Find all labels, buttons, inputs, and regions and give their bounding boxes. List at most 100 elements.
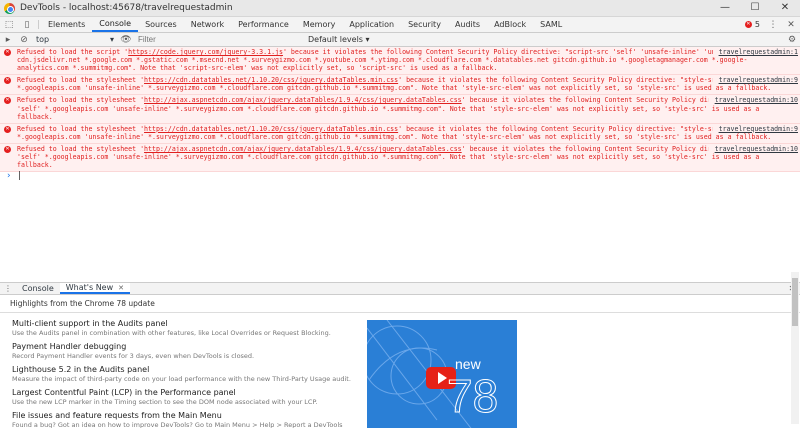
feature-title-link[interactable]: Payment Handler debugging	[12, 342, 357, 352]
message-text: travelrequestadmin:10 Refused to load the…	[17, 144, 798, 169]
error-icon: ✕	[4, 49, 11, 56]
message-prefix: Refused to load the stylesheet '	[17, 96, 145, 105]
feature-description: Use the new LCP marker in the Timing sec…	[12, 398, 318, 406]
close-window-button[interactable]: ✕	[770, 0, 800, 16]
error-icon: ✕	[744, 21, 752, 28]
window-title: DevTools - localhost:45678/travelrequest…	[20, 3, 233, 13]
toggle-sidebar-icon[interactable]: ▸	[0, 35, 16, 45]
feature-description: Use the Audits panel in combination with…	[12, 329, 331, 337]
inspect-element-icon[interactable]: ⬚	[0, 17, 18, 32]
divider	[38, 20, 39, 29]
feature-description: Measure the impact of third-party code o…	[12, 375, 351, 383]
close-devtools-icon[interactable]: ✕	[782, 17, 800, 32]
error-icon: ✕	[4, 125, 11, 133]
whats-new-panel: Multi-client support in the Audits panel…	[0, 313, 800, 428]
feature-item: Multi-client support in the Audits panel…	[12, 319, 357, 338]
drawer-scrollbar[interactable]	[791, 272, 799, 424]
error-icon: ✕	[4, 97, 11, 105]
title-bar: DevTools - localhost:45678/travelrequest…	[0, 0, 800, 17]
drawer-tab-what-s-new[interactable]: What's New ✕	[59, 283, 131, 294]
highlights-header: Highlights from the Chrome 78 update	[0, 295, 800, 313]
message-prefix: Refused to load the stylesheet '	[17, 76, 145, 85]
console-error-message: ✕ travelrequestadmin:1 Refused to load the…	[0, 47, 800, 76]
tab-security[interactable]: Security	[401, 17, 448, 32]
feature-item: Payment Handler debugging Record Payment …	[12, 342, 357, 361]
console-output: ✕ travelrequestadmin:1 Refused to load the…	[0, 47, 800, 282]
close-tab-icon[interactable]: ✕	[118, 284, 124, 292]
resource-url-link[interactable]: https://code.jquery.com/jquery-3.3.1.js	[128, 48, 283, 56]
maximize-button[interactable]: ☐	[740, 0, 770, 16]
message-source-link[interactable]: travelrequestadmin:9	[712, 76, 798, 85]
tab-performance[interactable]: Performance	[231, 17, 296, 32]
resource-url-link[interactable]: https://cdn.datatables.net/1.10.20/css/j…	[144, 125, 398, 133]
tab-elements[interactable]: Elements	[41, 17, 92, 32]
message-text: travelrequestadmin:9 Refused to load the …	[17, 76, 798, 92]
tab-saml[interactable]: SAML	[533, 17, 569, 32]
feature-description: Found a bug? Got an idea on how to impro…	[12, 421, 343, 428]
message-text: travelrequestadmin:10 Refused to load the…	[17, 96, 798, 121]
feature-list: Multi-client support in the Audits panel…	[12, 319, 357, 428]
console-error-message: ✕ travelrequestadmin:10 Refused to load th…	[0, 94, 800, 124]
drawer-tab-label: What's New	[65, 283, 114, 292]
tab-sources[interactable]: Sources	[138, 17, 184, 32]
message-source-link[interactable]: travelrequestadmin:1	[712, 48, 798, 57]
tab-audits[interactable]: Audits	[448, 17, 487, 32]
filter-input[interactable]	[134, 33, 304, 46]
panel-tabbar: ⬚ ▯ Elements Console Sources Network Perform…	[0, 17, 800, 33]
resource-url-link[interactable]: http://ajax.aspnetcdn.com/ajax/jquery.da…	[144, 96, 462, 104]
resource-url-link[interactable]: https://cdn.datatables.net/1.10.20/css/j…	[144, 76, 398, 84]
message-source-link[interactable]: travelrequestadmin:9	[712, 124, 798, 133]
tab-adblock[interactable]: AdBlock	[487, 17, 533, 32]
resource-url-link[interactable]: http://ajax.aspnetcdn.com/ajax/jquery.da…	[144, 145, 462, 153]
tab-application[interactable]: Application	[342, 17, 401, 32]
tab-memory[interactable]: Memory	[296, 17, 343, 32]
console-error-message: ✕ travelrequestadmin:9 Refused to load the…	[0, 74, 800, 96]
error-icon: ✕	[4, 145, 11, 153]
promo-version: 78	[446, 370, 499, 423]
more-options-icon[interactable]: ⋮	[764, 17, 782, 32]
panel-tabs: Elements Console Sources Network Performance…	[41, 17, 569, 32]
drawer-tab-console[interactable]: Console	[16, 283, 60, 294]
console-error-message: ✕ travelrequestadmin:10 Refused to load th…	[0, 142, 800, 173]
log-levels-dropdown[interactable]: Default levels ▾	[304, 35, 370, 44]
console-prompt[interactable]: › |	[0, 172, 800, 182]
error-count-badge[interactable]: ✕ 5	[741, 17, 764, 32]
tab-console[interactable]: Console	[92, 17, 139, 32]
console-error-message: ✕ travelrequestadmin:9 Refused to load the…	[0, 122, 800, 144]
chevron-down-icon: ▾	[109, 35, 114, 44]
device-toolbar-icon[interactable]: ▯	[18, 17, 36, 32]
drawer-tab-label: Console	[22, 284, 54, 293]
eye-icon[interactable]: 👁	[118, 35, 134, 45]
message-prefix: Refused to load the stylesheet '	[17, 144, 145, 153]
message-source-link[interactable]: travelrequestadmin:10	[708, 144, 798, 154]
message-prefix: Refused to load the stylesheet '	[17, 124, 145, 133]
console-toolbar: ▸ ⊘ top ▾ 👁 Default levels ▾ ⚙	[0, 33, 800, 47]
feature-description: Record Payment Handler events for 3 days…	[12, 352, 255, 360]
context-value: top	[36, 35, 50, 44]
drawer-tabbar: ⋮ Console What's New ✕ ✕	[0, 282, 800, 295]
drawer-menu-icon[interactable]: ⋮	[0, 283, 16, 294]
feature-item: File issues and feature requests from th…	[12, 411, 357, 428]
message-source-link[interactable]: travelrequestadmin:10	[708, 96, 798, 105]
error-count: 5	[754, 20, 760, 29]
tab-network[interactable]: Network	[184, 17, 231, 32]
scrollbar-thumb[interactable]	[792, 278, 798, 326]
feature-item: Largest Contentful Paint (LCP) in the Pe…	[12, 388, 357, 407]
error-icon: ✕	[4, 77, 11, 85]
message-prefix: Refused to load the script '	[17, 48, 129, 56]
feature-title-link[interactable]: Largest Contentful Paint (LCP) in the Pe…	[12, 388, 357, 398]
feature-title-link[interactable]: Lighthouse 5.2 in the Audits panel	[12, 365, 357, 375]
message-text: travelrequestadmin:9 Refused to load the …	[17, 124, 798, 141]
chrome-78-video-thumbnail[interactable]: new 78	[367, 320, 517, 428]
devtools-window: DevTools - localhost:45678/travelrequest…	[0, 0, 800, 428]
feature-title-link[interactable]: Multi-client support in the Audits panel	[12, 319, 357, 329]
message-list: ✕ travelrequestadmin:1 Refused to load the…	[0, 47, 800, 173]
console-settings-icon[interactable]: ⚙	[784, 35, 800, 45]
minimize-button[interactable]: —	[710, 0, 740, 16]
message-text: travelrequestadmin:1 Refused to load the …	[17, 48, 798, 72]
feature-title-link[interactable]: File issues and feature requests from th…	[12, 411, 357, 421]
context-selector[interactable]: top ▾	[32, 35, 118, 44]
clear-console-icon[interactable]: ⊘	[16, 35, 32, 45]
drawer-tabs: Console What's New ✕	[16, 283, 131, 294]
chrome-logo-icon	[4, 2, 15, 14]
